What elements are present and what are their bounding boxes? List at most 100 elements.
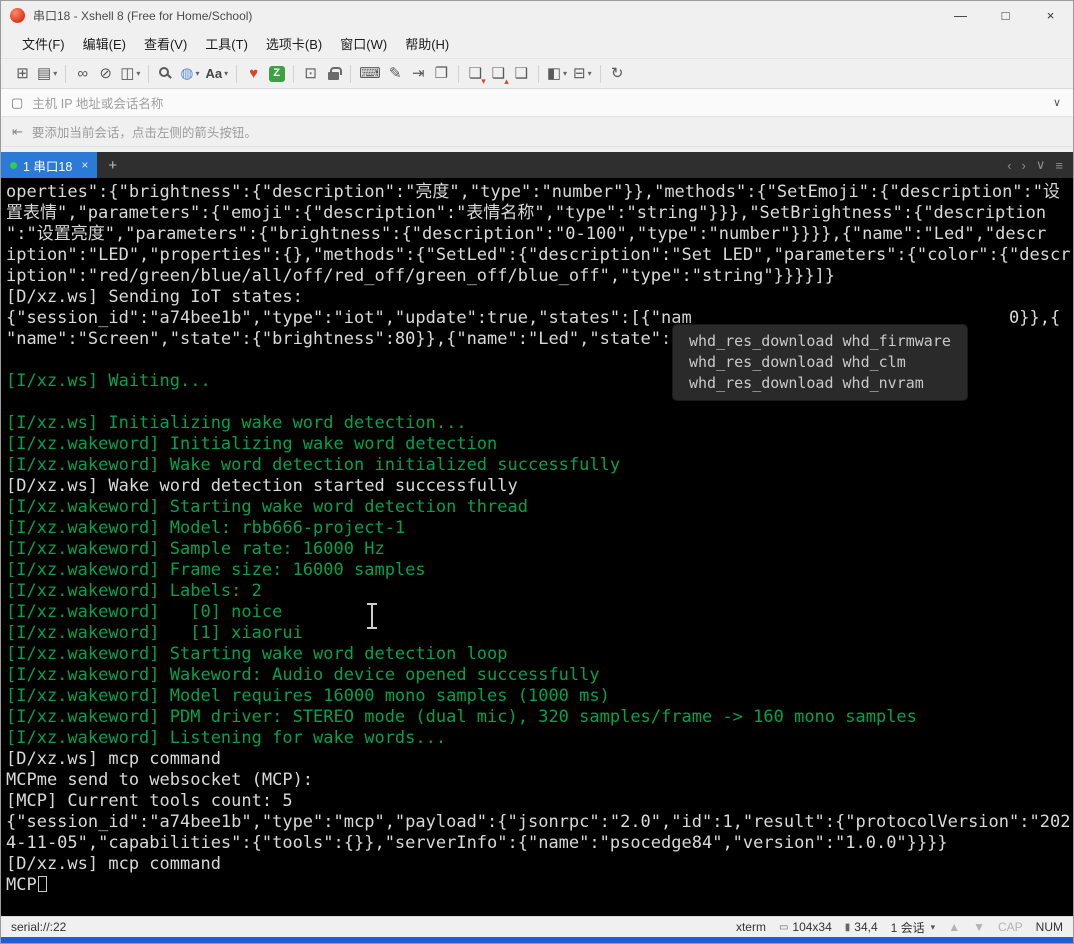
magnifier-glyph (159, 67, 169, 77)
disconnect-icon[interactable]: ⊘ (94, 62, 117, 86)
compose-icon[interactable]: ✎ (384, 62, 407, 86)
encoding-icon-glyph: ◍ (180, 66, 193, 81)
xshell-app-icon (10, 8, 25, 23)
address-input[interactable]: 主机 IP 地址或会话名称 (32, 93, 163, 112)
lock-glyph (328, 72, 339, 80)
font-size-icon-glyph: Aa (206, 67, 223, 80)
maximize-button[interactable]: □ (983, 1, 1028, 29)
close-button[interactable]: × (1028, 1, 1073, 29)
caps-lock-indicator-label: CAP (998, 920, 1023, 934)
dropdown-caret-icon: ▾ (196, 69, 200, 78)
bottom-accent-strip (1, 937, 1073, 943)
font-size-icon[interactable]: Aa▾ (203, 62, 232, 86)
duplicate-session-icon[interactable]: ◫▾ (117, 62, 143, 86)
send-text-icon[interactable]: ⇥ (407, 62, 430, 86)
zmodem-icon[interactable]: Z (265, 62, 288, 86)
toolbar-separator (148, 65, 149, 83)
terminal-line: [D/xz.ws] Wake word detection started su… (6, 476, 1073, 497)
caps-lock-indicator: CAP (998, 920, 1023, 934)
terminal-line: [I/xz.wakeword] Initializing wake word d… (6, 434, 1073, 455)
terminal-line: [D/xz.ws] mcp command (6, 854, 1073, 875)
lock-screen-icon[interactable] (322, 62, 345, 86)
menu-window[interactable]: 窗口(W) (331, 30, 396, 57)
virtual-keyboard-icon[interactable]: ⌨ (356, 62, 384, 86)
scroll-up-icon-label: ▲ (948, 920, 960, 934)
new-tab-button[interactable]: + (97, 157, 128, 174)
num-lock-indicator: NUM (1036, 920, 1063, 934)
xagent-icon[interactable]: ♥ (242, 62, 265, 86)
tab-list-icon[interactable]: ∨ (1036, 157, 1046, 173)
terminal-line: operties":{"brightness":{"description":"… (6, 182, 1073, 203)
find-icon[interactable] (154, 62, 177, 86)
terminal-screen[interactable]: operties":{"brightness":{"description":"… (1, 178, 1073, 916)
send-all-sessions-icon[interactable]: ❐ (430, 62, 453, 86)
toolbar-separator (293, 65, 294, 83)
terminal-line: [I/xz.wakeword] [1] xiaorui (6, 623, 1073, 644)
status-cursor-position: ▮34,4 (845, 920, 878, 934)
transfer-queue-icon-glyph: ❑ (515, 66, 528, 81)
terminal-line: 4-11-05","capabilities":{"tools":{}},"se… (6, 833, 1073, 854)
status-cursor-position-label: 34,4 (854, 920, 877, 934)
window-controls: — □ × (938, 1, 1073, 29)
add-session-arrow-icon[interactable]: ⇤ (12, 124, 23, 140)
num-lock-indicator-label: NUM (1036, 920, 1063, 934)
address-bar[interactable]: ▢ 主机 IP 地址或会话名称 ∨ (1, 89, 1073, 117)
tile-horizontal-icon[interactable]: ⊟▾ (570, 62, 595, 86)
open-session-icon[interactable]: ▤▾ (34, 62, 60, 86)
tab-serial-18[interactable]: 1 串口18 × (1, 152, 97, 178)
menu-edit[interactable]: 编辑(E) (74, 30, 135, 57)
terminal-line: iption":"red/green/blue/all/off/red_off/… (6, 266, 1073, 287)
status-screen-size-icon: ▭ (779, 922, 788, 933)
terminal-line: [I/xz.wakeword] Sample rate: 16000 Hz (6, 539, 1073, 560)
menu-tools[interactable]: 工具(T) (196, 30, 257, 57)
tab-menu-icon[interactable]: ≡ (1055, 158, 1063, 173)
status-session-count[interactable]: 1 会话▾ (891, 919, 936, 936)
terminal-line: [I/xz.wakeword] Frame size: 16000 sample… (6, 560, 1073, 581)
download-file-icon[interactable]: ❏▴ (487, 62, 510, 86)
terminal-line: [D/xz.ws] Sending IoT states: (6, 287, 1073, 308)
menu-help[interactable]: 帮助(H) (396, 30, 458, 57)
encoding-icon[interactable]: ◍▾ (177, 62, 202, 86)
transfer-queue-icon[interactable]: ❑ (510, 62, 533, 86)
new-file-transfer-icon-badge: ▾ (481, 77, 486, 86)
menu-view[interactable]: 查看(V) (135, 30, 196, 57)
dropdown-caret-icon: ▾ (136, 69, 140, 78)
autocomplete-item[interactable]: whd_res_download whd_nvram (689, 373, 951, 394)
send-text-icon-glyph: ⇥ (412, 66, 425, 81)
autocomplete-item[interactable]: whd_res_download whd_firmware (689, 331, 951, 352)
download-file-icon-glyph: ❏ (492, 66, 505, 81)
status-terminal-type: xterm (736, 920, 766, 934)
scroll-tabs-left-icon[interactable]: ‹ (1007, 158, 1011, 173)
terminal-line: [I/xz.wakeword] Starting wake word detec… (6, 497, 1073, 518)
scroll-down-icon[interactable]: ▼ (973, 920, 985, 934)
terminal-output: operties":{"brightness":{"description":"… (6, 182, 1073, 896)
status-session-count-label: 1 会话 (891, 919, 925, 936)
menu-tabs[interactable]: 选项卡(B) (257, 30, 331, 57)
scroll-tabs-right-icon[interactable]: › (1022, 158, 1026, 173)
fullscreen-icon[interactable]: ⊡ (299, 62, 322, 86)
tab-bar: 1 串口18 × + ‹ › ∨ ≡ (1, 152, 1073, 178)
scroll-up-icon[interactable]: ▲ (948, 920, 960, 934)
tab-close-icon[interactable]: × (81, 158, 88, 172)
dropdown-caret-icon: ▾ (53, 69, 57, 78)
autocomplete-item[interactable]: whd_res_download whd_clm (689, 352, 951, 373)
reconnect-icon[interactable]: ∞ (71, 62, 94, 86)
download-file-icon-badge: ▴ (504, 77, 509, 86)
new-session-icon[interactable]: ⊞ (11, 62, 34, 86)
terminal-line: iption":"LED","properties":{},"methods":… (6, 245, 1073, 266)
host-icon: ▢ (11, 95, 23, 111)
toolbar-separator (458, 65, 459, 83)
address-dropdown-icon[interactable]: ∨ (1053, 96, 1063, 109)
terminal-line: [I/xz.wakeword] [0] noice (6, 602, 1073, 623)
sync-input-icon[interactable]: ↻ (606, 62, 629, 86)
minimize-button[interactable]: — (938, 1, 983, 29)
terminal-line: [I/xz.wakeword] Starting wake word detec… (6, 644, 1073, 665)
menu-file[interactable]: 文件(F) (13, 30, 74, 57)
new-file-transfer-icon[interactable]: ❏▾ (464, 62, 487, 86)
compose-icon-glyph: ✎ (389, 66, 402, 81)
terminal-line: [I/xz.wakeword] Model: rbb666-project-1 (6, 518, 1073, 539)
tab-bar-controls: ‹ › ∨ ≡ (1007, 157, 1073, 173)
tab-label: 1 串口18 (23, 156, 72, 175)
tile-vertical-icon[interactable]: ◧▾ (544, 62, 570, 86)
title-bar: 串口18 - Xshell 8 (Free for Home/School) —… (1, 1, 1073, 29)
